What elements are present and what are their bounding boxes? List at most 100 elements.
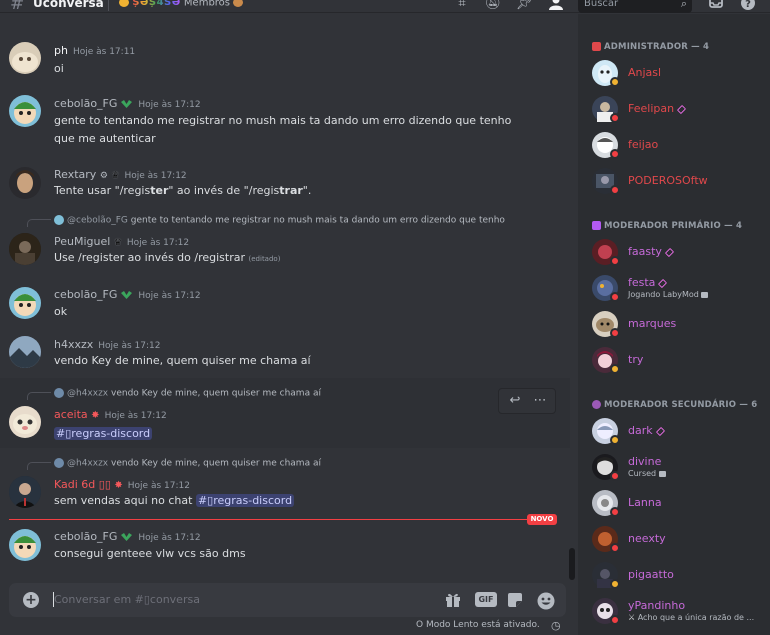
- message-author[interactable]: cebolão_FG Hoje às 17:12: [54, 97, 201, 110]
- channel-mention-link[interactable]: #▯regras-discord: [195, 494, 295, 507]
- text-channel-icon: #: [10, 0, 25, 14]
- member-item[interactable]: pigaatto: [592, 561, 762, 595]
- member-item[interactable]: divine Cursed: [592, 453, 762, 487]
- member-name: try: [628, 353, 644, 366]
- emoji-picker-icon[interactable]: [537, 592, 555, 610]
- role-star-icon: ✸: [114, 480, 123, 491]
- message-author[interactable]: h4xxzx Hoje às 17:12: [54, 338, 160, 351]
- message: Rextary ⚙ ♛ Hoje às 17:12 Tente usar "/re…: [0, 165, 570, 207]
- search-input[interactable]: Buscar ⌕: [578, 0, 692, 13]
- message-author[interactable]: cebolão_FG Hoje às 17:12: [54, 530, 201, 543]
- reply-preview[interactable]: @cebolão_FG gente to tentando me registr…: [54, 215, 505, 226]
- reply-icon[interactable]: ↩: [504, 393, 526, 411]
- message-author[interactable]: cebolão_FG Hoje às 17:12: [54, 288, 201, 301]
- member-item[interactable]: faasty: [592, 238, 762, 272]
- member-item[interactable]: neexty: [592, 525, 762, 559]
- settings-icon: ⚙: [99, 171, 108, 181]
- scrollbar-thumb[interactable]: [569, 548, 575, 580]
- message-author[interactable]: PeuMiguel ♛ Hoje às 17:12: [54, 235, 189, 248]
- message-content: #▯regras-discord: [54, 425, 534, 443]
- message-timestamp: Hoje às 17:12: [98, 341, 161, 351]
- inbox-icon[interactable]: [707, 0, 725, 12]
- search-placeholder: Buscar: [584, 0, 619, 9]
- channel-mention-link[interactable]: #▯regras-discord: [54, 427, 153, 440]
- author-name[interactable]: aceita: [54, 408, 88, 421]
- avatar[interactable]: [9, 336, 41, 368]
- gif-button[interactable]: GIF: [475, 592, 497, 607]
- member-item[interactable]: PODEROSOftw: [592, 167, 762, 201]
- member-item[interactable]: Feelipan: [592, 95, 762, 129]
- message-author[interactable]: ph Hoje às 17:11: [54, 44, 135, 57]
- avatar[interactable]: [9, 529, 41, 561]
- status-indicator: [610, 364, 620, 374]
- member-name: pigaatto: [628, 568, 674, 581]
- avatar[interactable]: [9, 233, 41, 265]
- author-name[interactable]: Rextary: [54, 168, 96, 181]
- author-name[interactable]: h4xxzx: [54, 338, 93, 351]
- help-icon[interactable]: ?: [739, 0, 757, 12]
- message-timestamp: Hoje às 17:12: [138, 291, 201, 301]
- avatar[interactable]: [9, 287, 41, 319]
- reply-preview[interactable]: @h4xxzx vendo Key de mine, quem quiser m…: [54, 388, 321, 399]
- text-part: ".: [302, 184, 312, 197]
- avatar[interactable]: [9, 42, 41, 74]
- activity-text: Jogando LabyMod: [628, 290, 699, 299]
- swords-icon: ⚔: [628, 613, 636, 622]
- role-icon: [592, 400, 601, 409]
- member-item[interactable]: marques: [592, 310, 762, 344]
- author-name[interactable]: Kadi 6d ▯▯: [54, 478, 111, 491]
- author-name[interactable]: cebolão_FG: [54, 530, 117, 543]
- member-item[interactable]: festa Jogando LabyMod: [592, 274, 762, 308]
- reply-avatar: [54, 458, 64, 468]
- reply-author[interactable]: @h4xxzx: [67, 389, 108, 399]
- message-author[interactable]: Rextary ⚙ ♛ Hoje às 17:12: [54, 168, 187, 181]
- channel-header: # Ŭconversa ȘƏȘ4ŠƏ Membros ⌗ 🔕︎ 📌︎ Busca…: [0, 0, 770, 14]
- author-name[interactable]: cebolão_FG: [54, 288, 117, 301]
- threads-icon[interactable]: ⌗: [453, 0, 471, 12]
- gift-icon[interactable]: [445, 592, 461, 608]
- reply-text: vendo Key de mine, quem quiser me chama …: [111, 388, 321, 399]
- message-actions-toolbar: ↩ ⋯: [498, 388, 556, 414]
- author-name[interactable]: cebolão_FG: [54, 97, 117, 110]
- avatar[interactable]: [9, 406, 41, 438]
- nitro-boost-icon: [664, 247, 674, 257]
- status-indicator: [610, 292, 620, 302]
- member-name-text: faasty: [628, 245, 662, 258]
- sticker-icon[interactable]: [507, 592, 523, 608]
- reply-author[interactable]: @cebolão_FG: [67, 216, 128, 226]
- pin-icon[interactable]: 📌︎: [515, 0, 533, 12]
- status-indicator: [610, 256, 620, 266]
- status-indicator: [610, 471, 620, 481]
- reply-preview[interactable]: @h4xxzx vendo Key de mine, quem quiser m…: [54, 458, 321, 469]
- member-item[interactable]: Lanna: [592, 489, 762, 523]
- message-content: gente to tentando me registrar no mush m…: [54, 114, 512, 145]
- avatar[interactable]: [9, 167, 41, 199]
- more-options-icon[interactable]: ⋯: [529, 393, 551, 411]
- member-list-sidebar: ADMINISTRADOR — 4 Anjasl Feelipan feijao…: [578, 14, 770, 635]
- add-attachment-button[interactable]: +: [23, 592, 39, 608]
- member-item[interactable]: feijao: [592, 131, 762, 165]
- message: @cebolão_FG gente to tentando me registr…: [0, 213, 570, 271]
- mute-bell-icon[interactable]: 🔕︎: [484, 0, 502, 12]
- reply-author[interactable]: @h4xxzx: [67, 459, 108, 469]
- member-list-icon[interactable]: [547, 0, 565, 12]
- crown-icon: ♛: [111, 171, 120, 181]
- member-item[interactable]: try: [592, 346, 762, 380]
- author-name[interactable]: PeuMiguel: [54, 235, 110, 248]
- member-item[interactable]: Anjasl: [592, 59, 762, 93]
- message: cebolão_FG Hoje às 17:12 consegui genteee…: [0, 527, 570, 569]
- nitro-boost-icon: [658, 278, 668, 288]
- member-item[interactable]: yPandinho ⚔ Acho que a única razão de ..…: [592, 597, 762, 631]
- avatar[interactable]: [9, 476, 41, 508]
- message-author[interactable]: Kadi 6d ▯▯ ✸ Hoje às 17:12: [54, 478, 190, 491]
- member-name: Anjasl: [628, 66, 662, 79]
- message-text: sem vendas aqui no chat: [54, 494, 193, 507]
- member-item[interactable]: dark: [592, 417, 762, 451]
- avatar[interactable]: [9, 95, 41, 127]
- message-composer[interactable]: + Conversar em #▯conversa GIF: [9, 583, 566, 617]
- message-author[interactable]: aceita ✸ Hoje às 17:12: [54, 408, 167, 421]
- channel-title: Ŭconversa: [33, 0, 104, 10]
- member-name: PODEROSOftw: [628, 174, 708, 187]
- game-icon: [658, 470, 666, 477]
- author-name[interactable]: ph: [54, 44, 68, 57]
